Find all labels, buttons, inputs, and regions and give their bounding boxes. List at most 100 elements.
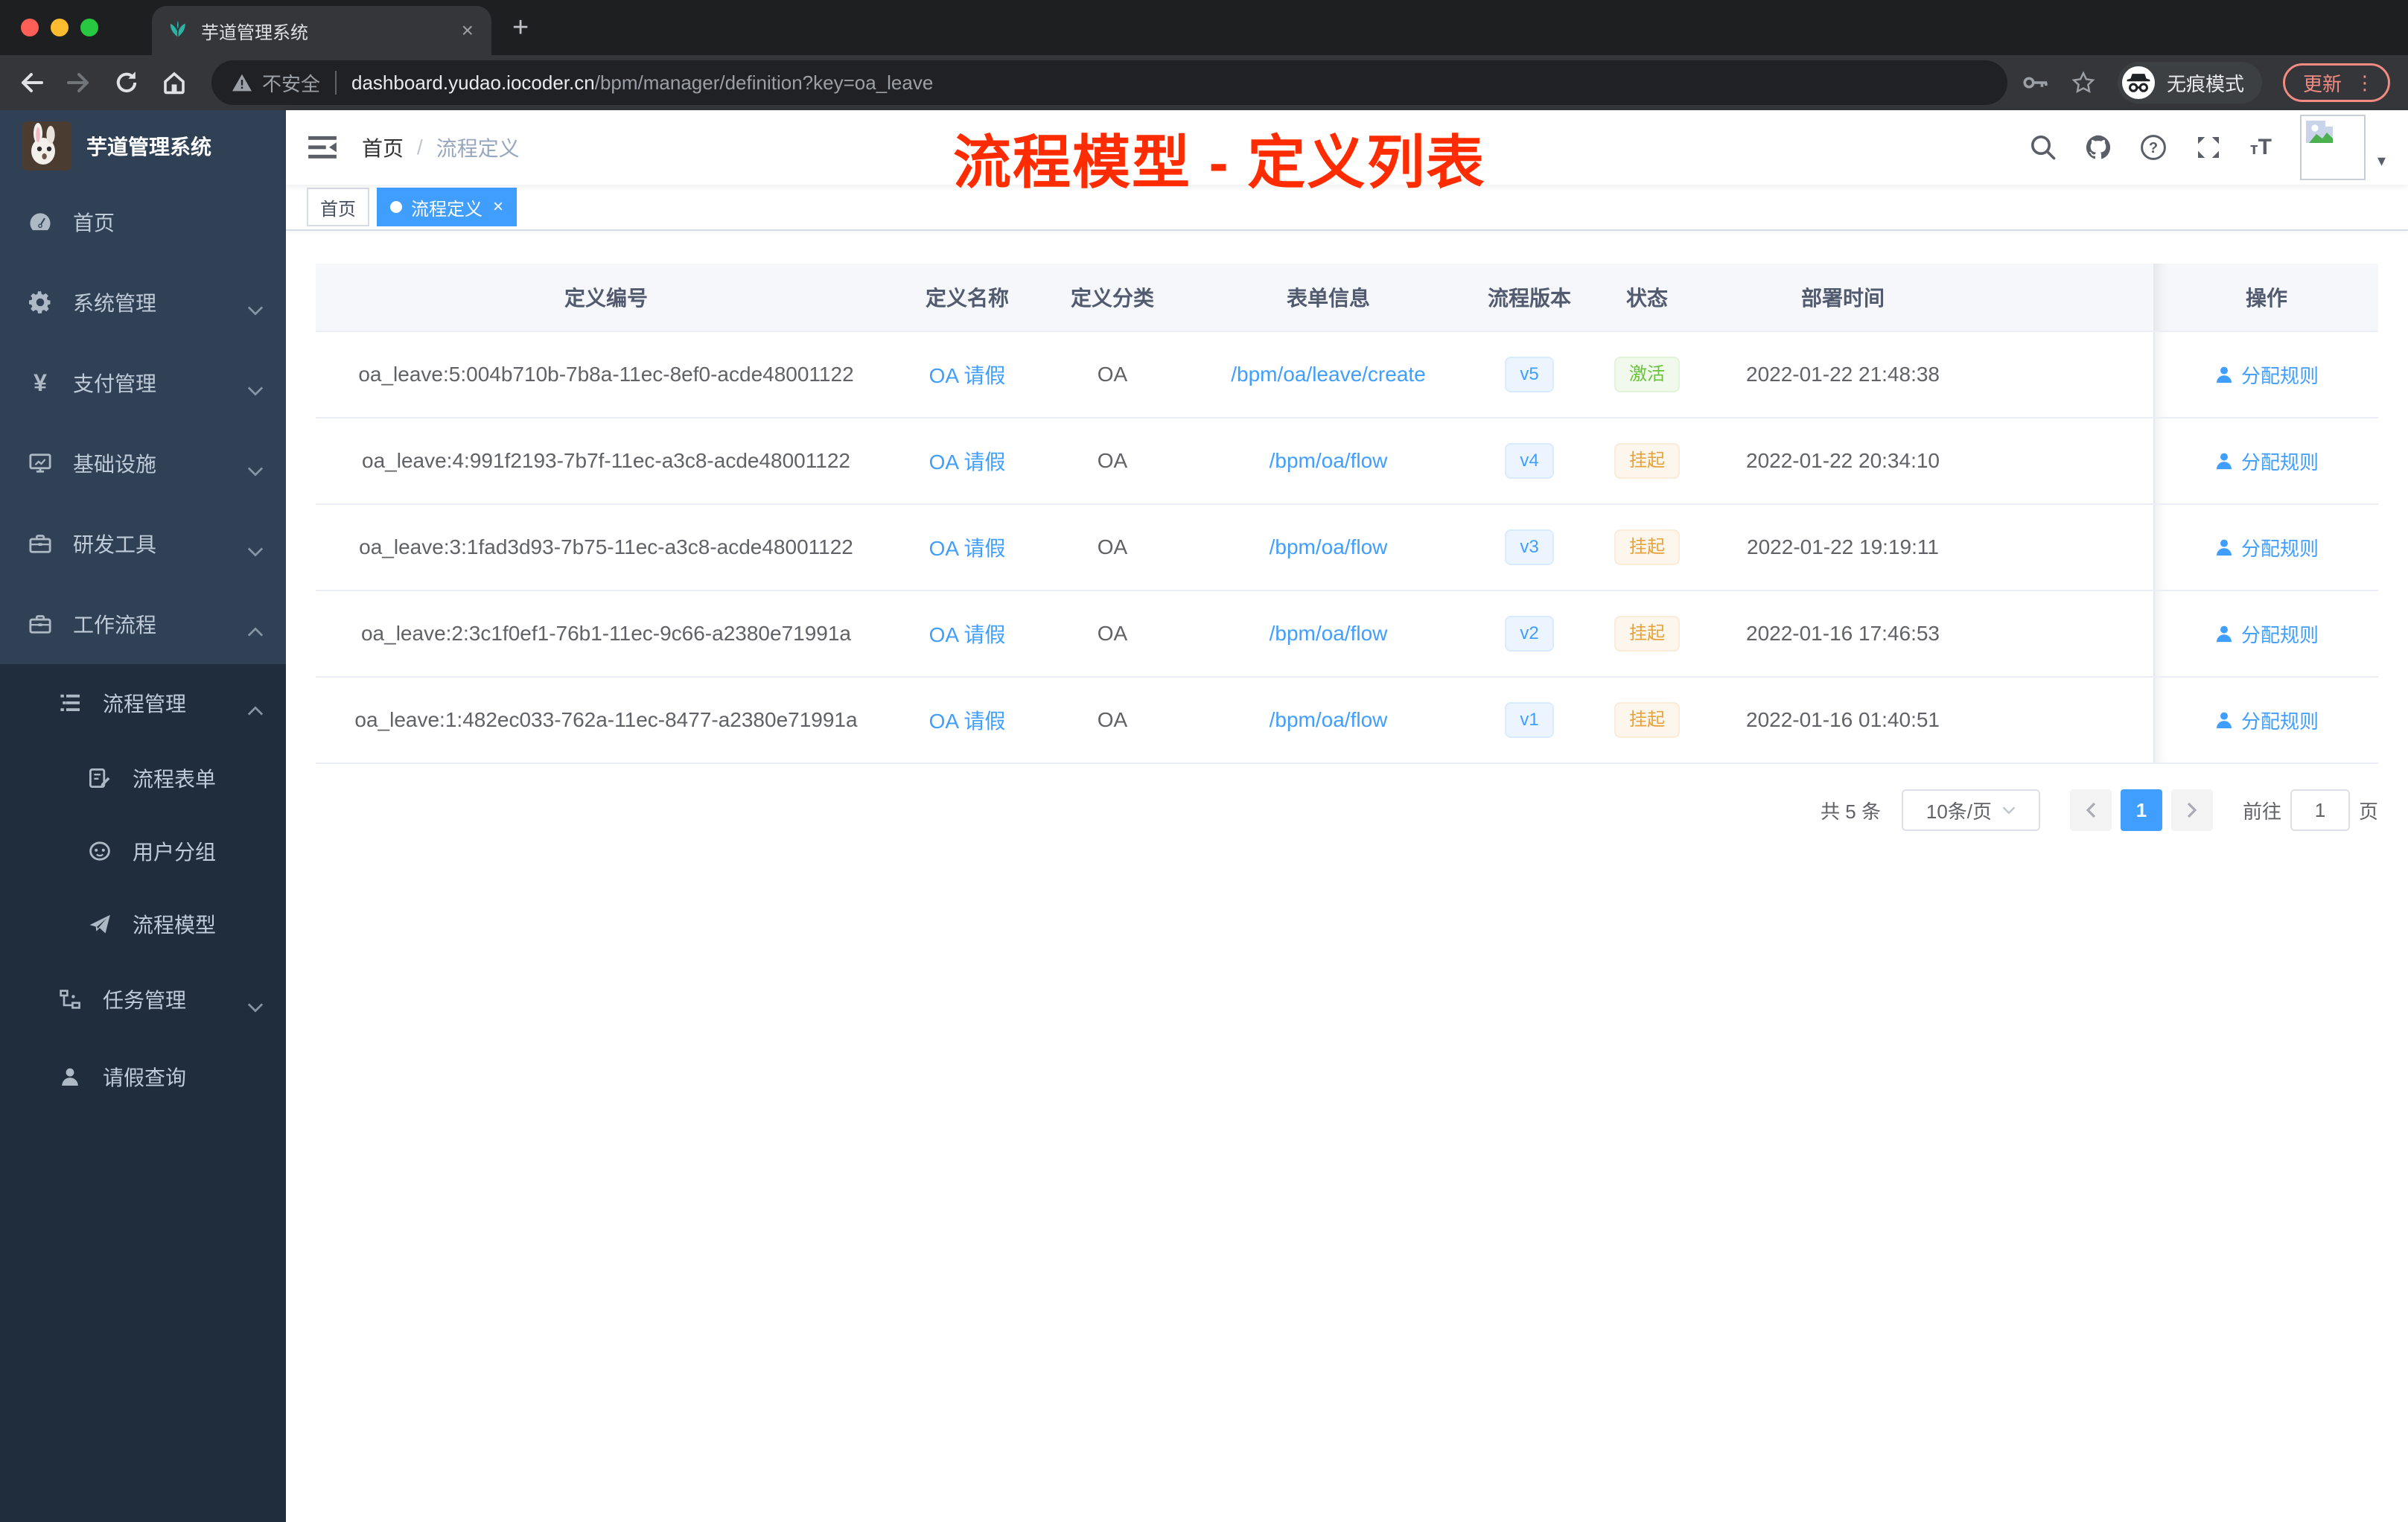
chevron-down-icon: ▾ [2377,151,2386,170]
avatar[interactable] [2299,115,2366,180]
incognito-badge: 无痕模式 [2117,62,2262,104]
tag-active[interactable]: 流程定义 × [377,188,517,226]
sidebar-item-face[interactable]: 用户分组 [0,815,286,888]
pagination-page-1[interactable]: 1 [2120,789,2162,831]
goto-page-input[interactable] [2290,789,2350,831]
chevron-down-icon [247,538,264,557]
browser-menu-icon[interactable]: ⋮ [2355,71,2374,95]
key-icon[interactable] [2022,71,2049,95]
user-menu[interactable]: ▾ [2299,115,2386,180]
help-icon[interactable]: ? [2140,134,2167,161]
person-icon [2216,625,2232,643]
github-icon[interactable] [2085,134,2112,161]
zoom-window-button[interactable] [80,19,98,36]
url-host: dashboard.yudao.iocoder.cn [351,71,595,94]
sidebar-item-user[interactable]: 请假查询 [0,1038,286,1115]
definition-name-link[interactable]: OA 请假 [929,619,1006,649]
sidebar-menu: 首页 系统管理 ¥ 支付管理 基础设施 研发工具 工作流程 流程管理 流程表单 用户分组 流程模型任… [0,182,286,1522]
minimize-window-button[interactable] [51,19,69,36]
pagination-next-button[interactable] [2170,789,2213,831]
toolbox-icon [28,532,52,555]
browser-tab-strip: 芋道管理系统 × + [0,0,2408,55]
sidebar-item-list-tree[interactable]: 流程管理 [0,664,286,742]
new-tab-button[interactable]: + [512,13,529,42]
form-info-link[interactable]: /bpm/oa/leave/create [1231,363,1426,386]
assign-rule-link[interactable]: 分配规则 [2214,534,2319,561]
gear-icon [28,290,52,314]
total-count: 共 5 条 [1821,800,1881,823]
person-icon [2216,366,2232,383]
tag-item[interactable]: 首页 [307,188,369,226]
reload-icon[interactable] [113,69,140,96]
app-logo-row[interactable]: 芋道管理系统 [0,110,286,182]
security-label[interactable]: 不安全 [262,69,320,97]
status-badge: 激活 [1614,357,1680,392]
form-info-link[interactable]: /bpm/oa/flow [1270,535,1388,559]
sidebar-item-send[interactable]: 流程模型 [0,888,286,961]
chevron-left-icon [2086,802,2096,818]
table-body: oa_leave:5:004b710b-7b8a-11ec-8ef0-acde4… [316,332,2378,764]
app-logo-image [22,121,71,171]
definition-id: oa_leave:1:482ec033-762a-11ec-8477-a2380… [354,708,858,731]
assign-rule-link[interactable]: 分配规则 [2214,620,2319,648]
list-tree-icon [58,691,82,715]
chevron-up-icon [247,619,264,637]
sidebar-item-org-tree[interactable]: 任务管理 [0,961,286,1038]
definition-name-link[interactable]: OA 请假 [929,360,1006,389]
update-browser-button[interactable]: 更新 ⋮ [2282,63,2390,102]
home-icon[interactable] [161,69,188,96]
forward-icon[interactable] [66,69,92,96]
column-header: 状态 [1625,287,1668,310]
hamburger-icon[interactable] [308,135,337,160]
definition-name-link[interactable]: OA 请假 [929,532,1006,562]
sidebar-item-doc-edit[interactable]: 流程表单 [0,742,286,815]
column-header-actions: 操作 [2153,264,2378,331]
deploy-time: 2022-01-22 20:34:10 [1746,449,1940,472]
column-header: 表单信息 [1286,287,1370,310]
browser-tab[interactable]: 芋道管理系统 × [152,6,491,55]
assign-rule-link[interactable]: 分配规则 [2214,448,2319,475]
sidebar-item-yen[interactable]: ¥ 支付管理 [0,343,286,423]
assign-rule-link[interactable]: 分配规则 [2214,707,2319,734]
assign-rule-link[interactable]: 分配规则 [2214,361,2319,389]
bookmark-star-icon[interactable] [2070,71,2097,95]
pagination-prev-button[interactable] [2069,789,2112,831]
definition-category: OA [1097,363,1128,386]
page-unit-label: 页 [2358,800,2378,823]
definition-category: OA [1097,622,1128,645]
chevron-down-icon [247,297,264,316]
sidebar-item-gear[interactable]: 系统管理 [0,262,286,343]
breadcrumb-home[interactable]: 首页 [362,133,404,162]
toolbox-icon [28,612,52,636]
yen-icon: ¥ [34,369,47,396]
form-info-link[interactable]: /bpm/oa/flow [1270,449,1388,473]
column-header: 定义分类 [1070,287,1154,310]
column-header: 流程版本 [1487,287,1571,310]
sidebar-item-dashboard[interactable]: 首页 [0,182,286,262]
chevron-right-icon [2187,802,2197,818]
definition-category: OA [1097,449,1128,472]
form-info-link[interactable]: /bpm/oa/flow [1270,708,1388,732]
search-icon[interactable] [2030,134,2057,161]
person-icon [2216,712,2232,729]
form-info-link[interactable]: /bpm/oa/flow [1270,622,1388,646]
address-bar[interactable]: 不安全 dashboard.yudao.iocoder.cn/bpm/manag… [211,60,2007,105]
definition-name-link[interactable]: OA 请假 [929,705,1006,735]
close-icon[interactable]: × [493,198,503,216]
close-window-button[interactable] [21,19,39,36]
chevron-up-icon [247,698,264,716]
fullscreen-icon[interactable] [2195,134,2222,161]
definition-name-link[interactable]: OA 请假 [929,446,1006,476]
sidebar-item-toolbox[interactable]: 研发工具 [0,503,286,584]
column-filler [1981,264,2153,331]
table-row: oa_leave:2:3c1f0ef1-76b1-11ec-9c66-a2380… [316,591,2378,678]
back-icon[interactable] [18,69,45,96]
tab-close-icon[interactable]: × [459,19,477,42]
incognito-icon [2121,66,2155,99]
page-size-select[interactable]: 10条/页 [1901,789,2040,831]
font-size-icon[interactable]: тT [2250,135,2272,160]
incognito-label: 无痕模式 [2166,72,2244,95]
sidebar-item-monitor[interactable]: 基础设施 [0,423,286,503]
sidebar-item-toolbox[interactable]: 工作流程 [0,584,286,664]
table-row: oa_leave:5:004b710b-7b8a-11ec-8ef0-acde4… [316,332,2378,418]
